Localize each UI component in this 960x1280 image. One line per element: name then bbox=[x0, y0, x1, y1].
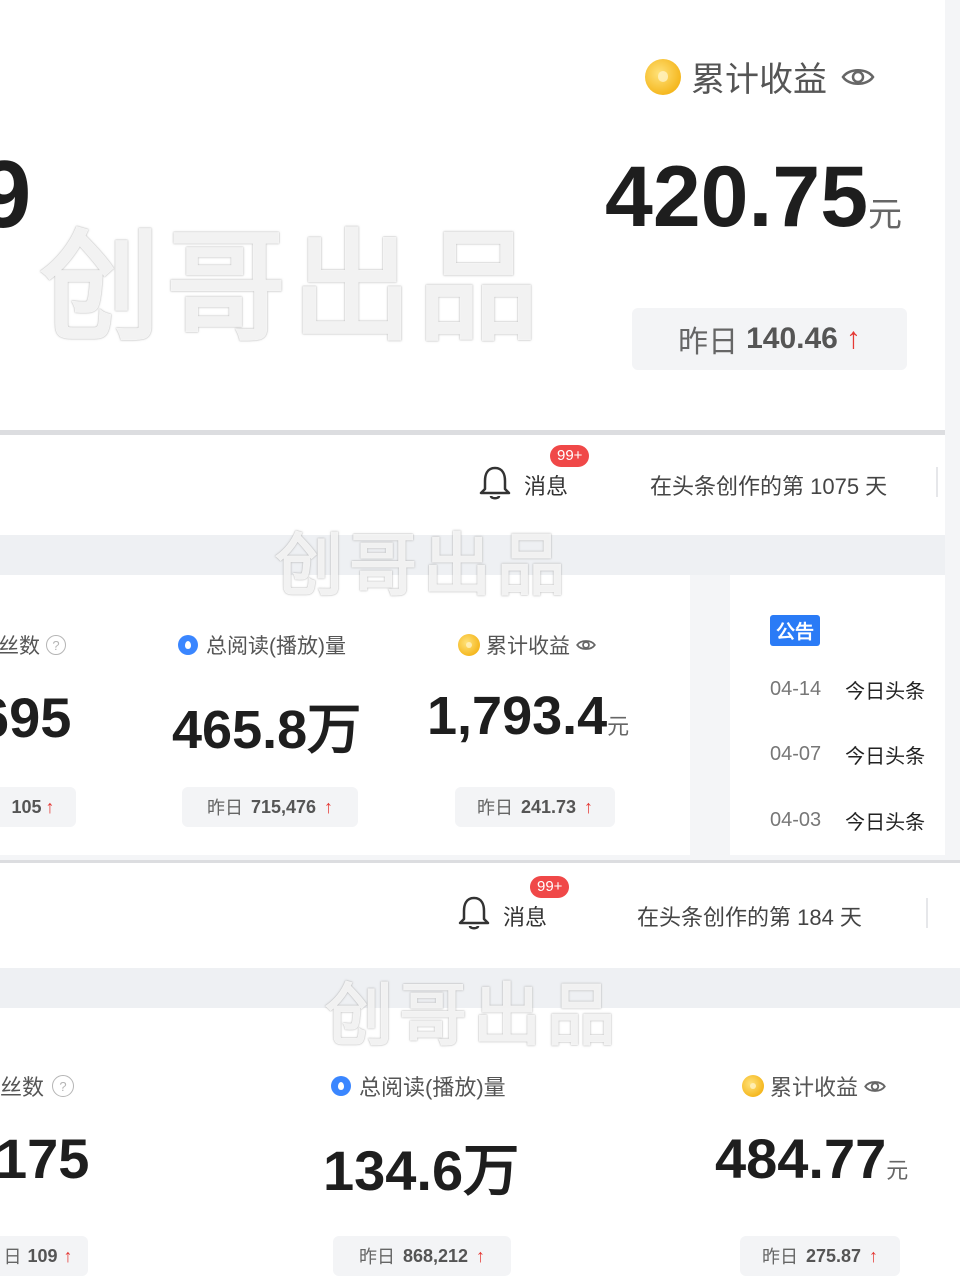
fans-header-3: 粉丝数 ? bbox=[0, 1070, 75, 1102]
reads-label: 总阅读(播放)量 bbox=[206, 635, 346, 658]
fans-value: 695 bbox=[0, 686, 72, 749]
header-divider bbox=[926, 898, 928, 928]
reads-value: 465.8万 bbox=[172, 700, 362, 760]
notice-item[interactable]: 04-03 今日头条 bbox=[770, 806, 925, 835]
earnings-yesterday-pill: 昨日 140.46 ↑ bbox=[632, 308, 907, 370]
currency-unit: 元 bbox=[868, 196, 903, 234]
fans-yesterday-pill-3: 日 109 ↑ bbox=[0, 1236, 88, 1276]
earnings-header: 累计收益 bbox=[645, 52, 875, 101]
fans-yesterday-label-3: 日 bbox=[3, 1247, 22, 1267]
gray-gap bbox=[0, 535, 945, 575]
gray-gap-2 bbox=[0, 968, 960, 1008]
earnings-label-3: 累计收益 bbox=[770, 1075, 859, 1100]
yesterday-value: 140.46 bbox=[746, 322, 838, 355]
fans-label-3: 粉丝数 bbox=[0, 1075, 45, 1100]
fans-value-3: 175 bbox=[0, 1127, 90, 1190]
coin-icon bbox=[645, 58, 681, 95]
read-drop-icon bbox=[331, 1076, 351, 1096]
earnings-header-3: 累计收益 bbox=[742, 1070, 886, 1102]
messages-label[interactable]: 消息 bbox=[524, 469, 568, 501]
earnings-amount-3: 484.77 bbox=[715, 1127, 887, 1190]
fans-yesterday-value: 105 bbox=[11, 796, 42, 817]
earnings-value-2: 1,793.4元 bbox=[427, 685, 629, 747]
earnings-yesterday-pill-2: 昨日 241.73 ↑ bbox=[455, 787, 615, 827]
partial-stat-value: 9 bbox=[0, 141, 32, 248]
notice-date: 04-07 bbox=[770, 743, 822, 765]
earnings-amount-2: 1,793.4 bbox=[427, 686, 608, 746]
earnings-label-2: 累计收益 bbox=[486, 635, 570, 658]
eye-icon[interactable] bbox=[576, 638, 596, 652]
notice-date: 04-14 bbox=[770, 678, 822, 700]
coin-icon bbox=[458, 634, 480, 656]
reads-label-3: 总阅读(播放)量 bbox=[359, 1075, 506, 1100]
earnings-yesterday-value-3: 275.87 bbox=[805, 1245, 862, 1266]
header-divider bbox=[936, 467, 938, 497]
messages-badge-2: 99+ bbox=[530, 876, 570, 898]
reads-value-3: 134.6万 bbox=[323, 1139, 520, 1202]
notice-title: 今日头条 bbox=[845, 681, 926, 703]
fans-label: 丝数 bbox=[0, 635, 40, 658]
earnings-amount: 420.75 bbox=[605, 149, 869, 245]
creation-days-text-2: 在头条创作的第 184 天 bbox=[637, 905, 862, 930]
creation-days-text: 在头条创作的第 1075 天 bbox=[650, 474, 888, 499]
earnings-yesterday-label-3: 昨日 bbox=[761, 1247, 798, 1267]
messages-label-2[interactable]: 消息 bbox=[503, 900, 547, 932]
reads-yesterday-label-3: 昨日 bbox=[358, 1247, 395, 1267]
watermark: 创哥出品 bbox=[40, 221, 544, 355]
arrow-up-icon: ↑ bbox=[845, 322, 861, 355]
reads-yesterday-label: 昨日 bbox=[206, 798, 243, 818]
notice-title: 今日头条 bbox=[845, 746, 926, 768]
fans-yesterday-pill: 105 ↑ bbox=[0, 787, 76, 827]
currency-unit: 元 bbox=[607, 714, 630, 739]
eye-icon[interactable] bbox=[841, 66, 875, 88]
currency-unit: 元 bbox=[886, 1158, 909, 1183]
coin-icon bbox=[742, 1075, 764, 1097]
notice-item[interactable]: 04-07 今日头条 bbox=[770, 740, 925, 769]
notice-tag: 公告 bbox=[770, 615, 821, 646]
earnings-value-3: 484.77元 bbox=[715, 1126, 908, 1191]
earnings-panel-top: 9 累计收益 420.75元 昨日 140.46 ↑ 创哥出品 bbox=[0, 0, 945, 430]
notice-title: 今日头条 bbox=[845, 812, 926, 834]
yesterday-label: 昨日 bbox=[678, 326, 739, 359]
arrow-up-icon: ↑ bbox=[63, 1245, 73, 1266]
notice-item[interactable]: 04-14 今日头条 bbox=[770, 675, 925, 704]
earnings-label: 累计收益 bbox=[691, 61, 827, 99]
messages-badge: 99+ bbox=[550, 445, 590, 467]
reads-yesterday-pill-3: 昨日 868,212 ↑ bbox=[333, 1236, 511, 1276]
earnings-yesterday-value-2: 241.73 bbox=[520, 796, 577, 817]
arrow-up-icon: ↑ bbox=[869, 1245, 879, 1266]
earnings-header-2: 累计收益 bbox=[458, 630, 596, 660]
help-circle-icon[interactable]: ? bbox=[52, 1075, 75, 1097]
earnings-yesterday-pill-3: 昨日 275.87 ↑ bbox=[740, 1236, 900, 1276]
help-circle-icon[interactable]: ? bbox=[46, 635, 66, 655]
reads-yesterday-value: 715,476 bbox=[250, 796, 317, 817]
bell-icon[interactable] bbox=[478, 465, 512, 501]
arrow-up-icon: ↑ bbox=[476, 1245, 486, 1266]
creator-header-bar: 消息 99+ 在头条创作的第 1075 天 bbox=[0, 435, 945, 535]
arrow-up-icon: ↑ bbox=[45, 796, 55, 817]
stats-card-3: 粉丝数 ? 175 日 109 ↑ 总阅读(播放)量 134.6万 昨日 868… bbox=[0, 1008, 960, 1280]
reads-yesterday-value-3: 868,212 bbox=[402, 1245, 469, 1266]
notice-date: 04-03 bbox=[770, 809, 822, 831]
read-drop-icon bbox=[178, 635, 198, 655]
reads-header: 总阅读(播放)量 bbox=[178, 630, 346, 660]
earnings-yesterday-label-2: 昨日 bbox=[476, 798, 513, 818]
stats-card-2: 丝数 ? 695 105 ↑ 总阅读(播放)量 465.8万 昨日 715,47… bbox=[0, 575, 690, 855]
notice-card: 公告 04-14 今日头条 04-07 今日头条 04-03 今日头条 bbox=[730, 575, 945, 855]
arrow-up-icon: ↑ bbox=[324, 796, 334, 817]
arrow-up-icon: ↑ bbox=[584, 796, 594, 817]
creator-header-bar-2: 消息 99+ 在头条创作的第 184 天 bbox=[0, 863, 960, 968]
bell-icon[interactable] bbox=[457, 895, 491, 931]
fans-header: 丝数 ? bbox=[0, 630, 66, 660]
earnings-value: 420.75元 bbox=[605, 148, 902, 247]
eye-icon[interactable] bbox=[864, 1079, 886, 1094]
fans-yesterday-value-3: 109 bbox=[27, 1245, 58, 1266]
reads-yesterday-pill: 昨日 715,476 ↑ bbox=[182, 787, 358, 827]
reads-header-3: 总阅读(播放)量 bbox=[331, 1070, 506, 1102]
